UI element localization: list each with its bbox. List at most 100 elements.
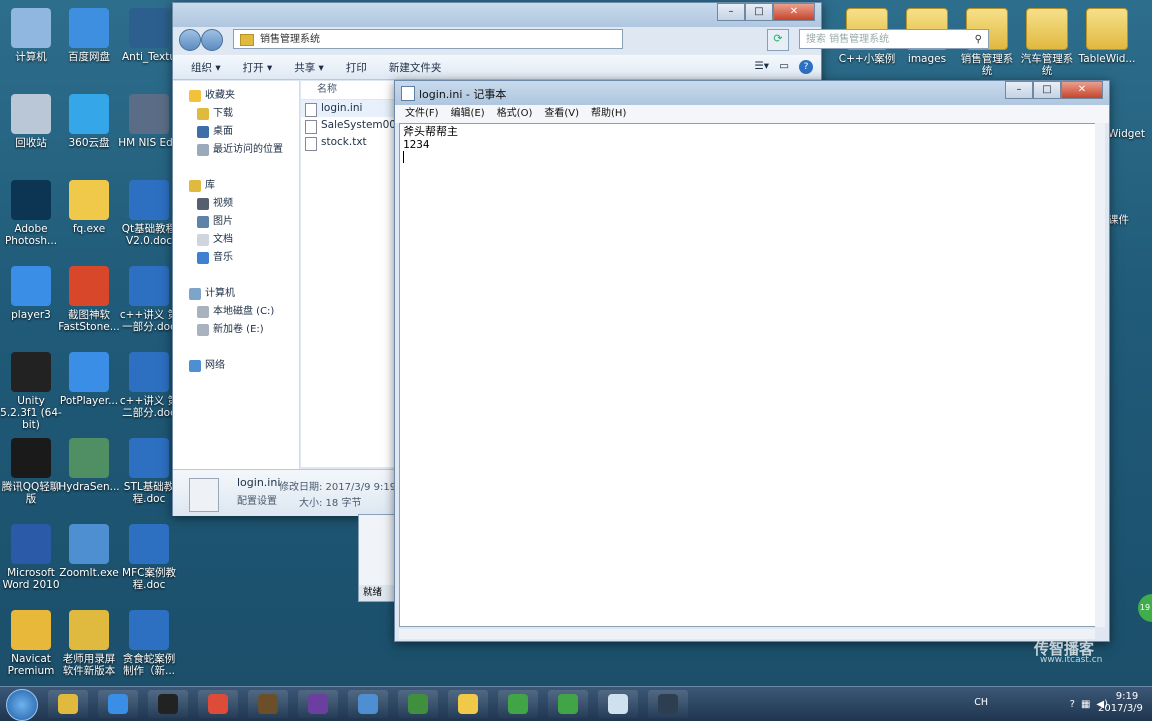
desktop-icon[interactable]: Unity 5.2.3f1 (64-bit) (0, 352, 62, 431)
refresh-icon[interactable]: ⟳ (767, 29, 789, 51)
desktop-icon[interactable]: 贪食蛇案例制作（新... (118, 610, 180, 677)
desktop-icon[interactable]: c++讲义 第二部分.doc (118, 352, 180, 419)
menu-format[interactable]: 格式(O) (497, 105, 533, 123)
back-button[interactable] (179, 29, 201, 51)
desktop-icon[interactable]: 腾讯QQ轻聊版 (0, 438, 62, 505)
open-button[interactable]: 打开 ▾ (243, 60, 273, 75)
taskbar-app[interactable] (398, 690, 438, 718)
photoshop-icon (11, 180, 51, 220)
taskbar-app[interactable] (148, 690, 188, 718)
desktop-icon-partial[interactable]: Widget (1108, 128, 1152, 140)
file-list-item[interactable]: stock.txt (301, 134, 397, 151)
desktop-icon[interactable]: 截图神软 FastStone... (58, 266, 120, 333)
desktop-icon[interactable]: 计算机 (0, 8, 62, 63)
print-button[interactable]: 打印 (346, 60, 367, 75)
input-language-indicator[interactable]: CH (974, 697, 988, 708)
menu-file[interactable]: 文件(F) (405, 105, 439, 123)
menu-view[interactable]: 查看(V) (544, 105, 579, 123)
vertical-scrollbar[interactable] (1095, 123, 1105, 627)
taskbar-app[interactable] (248, 690, 288, 718)
file-list-item[interactable]: login.ini (301, 100, 397, 117)
nav-item[interactable]: 计算机 (173, 285, 299, 303)
help-icon[interactable]: ? (799, 60, 813, 74)
horizontal-scrollbar[interactable] (399, 629, 1095, 639)
close-button[interactable]: ✕ (773, 3, 815, 21)
explorer-toolbar: 组织 ▾ 打开 ▾ 共享 ▾ 打印 新建文件夹 ☰▾ ▭ ? (173, 55, 821, 80)
desktop-icon[interactable]: Adobe Photosh... (0, 180, 62, 247)
nav-item[interactable]: 文档 (173, 231, 299, 249)
notepad-titlebar[interactable]: login.ini - 记事本 – □ ✕ (395, 81, 1109, 105)
taskbar-app[interactable] (548, 690, 588, 718)
desktop-icon-partial[interactable]: 课件 (1108, 214, 1152, 226)
side-badge[interactable]: 19 (1138, 594, 1152, 622)
address-bar[interactable]: 销售管理系统 (233, 29, 623, 49)
text-line: 1234 (403, 138, 430, 151)
new-folder-button[interactable]: 新建文件夹 (389, 60, 442, 75)
desktop-icon[interactable]: Anti_Textu (118, 8, 180, 63)
nav-item[interactable]: 新加卷 (E:) (173, 321, 299, 339)
taskbar-app[interactable] (648, 690, 688, 718)
taskbar-app[interactable] (598, 690, 638, 718)
nav-item[interactable]: 本地磁盘 (C:) (173, 303, 299, 321)
maximize-button[interactable]: □ (745, 3, 773, 21)
network-tray-icon[interactable]: ▦ (1081, 699, 1090, 710)
menu-help[interactable]: 帮助(H) (591, 105, 626, 123)
desktop-icon[interactable]: ZoomIt.exe (58, 524, 120, 579)
search-input[interactable]: 搜索 销售管理系统 ⚲ (799, 29, 989, 49)
desktop-icon[interactable]: fq.exe (58, 180, 120, 235)
desktop-icon[interactable]: PotPlayer... (58, 352, 120, 407)
nav-item[interactable]: 最近访问的位置 (173, 141, 299, 159)
minimize-button[interactable]: – (717, 3, 745, 21)
taskbar-app[interactable] (498, 690, 538, 718)
organize-button[interactable]: 组织 ▾ (191, 60, 221, 75)
name-column-header[interactable]: 名称 (301, 81, 397, 100)
background-window[interactable]: 就绪 (358, 514, 398, 602)
desktop-icon[interactable]: HydraSen... (58, 438, 120, 493)
desktop-icon[interactable]: TableWid... (1076, 8, 1138, 65)
view-options-icon[interactable]: ☰▾ (754, 60, 769, 74)
nav-item[interactable]: 库 (173, 177, 299, 195)
desktop-icon[interactable]: player3 (0, 266, 62, 321)
help-tray-icon[interactable]: ? (1070, 699, 1075, 710)
preview-pane-icon[interactable]: ▭ (779, 60, 789, 74)
maximize-button[interactable]: □ (1033, 81, 1061, 99)
desktop-icon[interactable]: 百度网盘 (58, 8, 120, 63)
nav-item[interactable]: 网络 (173, 357, 299, 375)
nav-item[interactable]: 下载 (173, 105, 299, 123)
desktop-icon[interactable]: 汽车管理系统 (1016, 8, 1078, 77)
taskbar-app[interactable] (348, 690, 388, 718)
file-list-item[interactable]: SaleSystem00 (301, 117, 397, 134)
file-gear-icon (189, 478, 219, 512)
taskbar-app[interactable] (98, 690, 138, 718)
menu-edit[interactable]: 编辑(E) (451, 105, 485, 123)
desktop-icon[interactable]: Qt基础教程V2.0.doc (118, 180, 180, 247)
desktop-icon[interactable]: HM NIS Edit (118, 94, 180, 149)
view-controls: ☰▾ ▭ ? (754, 60, 813, 74)
desktop-icon[interactable]: Navicat Premium (0, 610, 62, 677)
nav-item[interactable]: 图片 (173, 213, 299, 231)
taskbar-app[interactable] (448, 690, 488, 718)
nav-item[interactable]: 视频 (173, 195, 299, 213)
taskbar-app[interactable] (198, 690, 238, 718)
desktop-icon-label: ZoomIt.exe (59, 567, 119, 579)
taskbar-app[interactable] (48, 690, 88, 718)
nav-item[interactable]: 音乐 (173, 249, 299, 267)
forward-button[interactable] (201, 29, 223, 51)
nav-item-label: 桌面 (213, 126, 233, 137)
nav-item[interactable]: 收藏夹 (173, 87, 299, 105)
text-editor[interactable]: 斧头帮帮主 1234 (399, 123, 1105, 627)
close-button[interactable]: ✕ (1061, 81, 1103, 99)
desktop-icon[interactable]: 360云盘 (58, 94, 120, 149)
desktop-icon[interactable]: c++讲义 第一部分.doc (118, 266, 180, 333)
desktop-icon[interactable]: MFC案例教程.doc (118, 524, 180, 591)
desktop-icon[interactable]: 老师用录屏软件新版本 (58, 610, 120, 677)
taskbar-app[interactable] (298, 690, 338, 718)
clock[interactable]: 9:19 2017/3/9 (1098, 691, 1143, 715)
desktop-icon[interactable]: Microsoft Word 2010 (0, 524, 62, 591)
share-button[interactable]: 共享 ▾ (294, 60, 324, 75)
desktop-icon[interactable]: 回收站 (0, 94, 62, 149)
nav-item[interactable]: 桌面 (173, 123, 299, 141)
desktop-icon[interactable]: STL基础教程.doc (118, 438, 180, 505)
start-button[interactable] (6, 689, 38, 721)
minimize-button[interactable]: – (1005, 81, 1033, 99)
